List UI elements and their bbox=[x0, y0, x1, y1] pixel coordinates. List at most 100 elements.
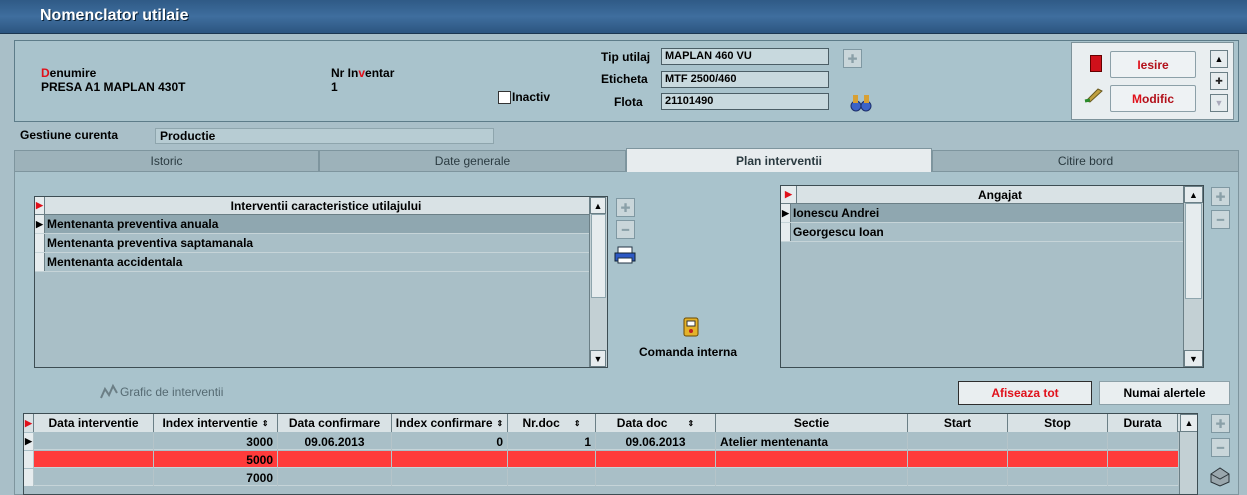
col-data-doc[interactable]: Data doc ⇕ bbox=[596, 414, 716, 432]
tab-bar: Istoric Date generale Plan interventii C… bbox=[14, 148, 1239, 173]
grafic-interventii-button[interactable]: Grafic de interventii bbox=[120, 385, 223, 399]
comanda-icon[interactable] bbox=[681, 316, 701, 338]
tab-citire-bord[interactable]: Citire bord bbox=[932, 150, 1239, 172]
move-down-button[interactable]: ▼ bbox=[1210, 94, 1228, 112]
interventii-header-row: ▶ Interventii caracteristice utilajului bbox=[35, 197, 607, 215]
inactiv-label: Inactiv bbox=[512, 90, 551, 104]
interventii-grid: ▶ Interventii caracteristice utilajului … bbox=[34, 196, 608, 368]
numai-alertele-button[interactable]: Numai alertele bbox=[1099, 381, 1230, 405]
remove-plan-button[interactable]: ━ bbox=[1211, 438, 1230, 457]
row-pointer-icon: ▶ bbox=[24, 433, 34, 450]
scroll-up-icon[interactable]: ▲ bbox=[590, 197, 606, 214]
add-tip-button[interactable]: ✚ bbox=[843, 49, 862, 68]
angajat-scrollbar[interactable]: ▲ ▼ bbox=[1183, 186, 1203, 367]
scroll-down-icon[interactable]: ▼ bbox=[590, 350, 606, 367]
remove-interventie-button[interactable]: ━ bbox=[616, 220, 635, 239]
eticheta-field[interactable]: MTF 2500/460 bbox=[661, 71, 829, 88]
window-title: Nomenclator utilaie bbox=[40, 7, 189, 24]
list-item[interactable]: Mentenanta accidentala bbox=[35, 253, 589, 272]
angajat-header: Angajat bbox=[977, 187, 1022, 202]
minus-icon: ━ bbox=[621, 222, 630, 237]
col-data-interventie[interactable]: Data interventie bbox=[34, 414, 154, 432]
comanda-interna-label[interactable]: Comanda interna bbox=[639, 345, 737, 359]
plus-icon: ✚ bbox=[1215, 416, 1226, 431]
add-interventie-button[interactable]: ✚ bbox=[616, 198, 635, 217]
tip-utilaj-field[interactable]: MAPLAN 460 VU bbox=[661, 48, 829, 65]
row-pointer-icon: ▶ bbox=[35, 215, 45, 233]
col-durata[interactable]: Durata bbox=[1108, 414, 1178, 432]
col-index-interventie[interactable]: Index interventie ⇕ bbox=[154, 414, 278, 432]
col-nr-doc[interactable]: Nr.doc ⇕ bbox=[508, 414, 596, 432]
table-row[interactable]: 7000 bbox=[24, 469, 1179, 486]
move-button[interactable]: ✚ bbox=[1210, 72, 1228, 90]
scroll-up-icon[interactable]: ▲ bbox=[1184, 186, 1203, 203]
list-item[interactable]: ▶ Mentenanta preventiva anuala bbox=[35, 215, 589, 234]
angajat-header-row: ▶ Angajat bbox=[781, 186, 1203, 204]
plan-interventii-panel: ▶ Interventii caracteristice utilajului … bbox=[14, 172, 1239, 495]
crosshair-icon: ✚ bbox=[1215, 75, 1223, 86]
list-item[interactable]: ▶ Ionescu Andrei bbox=[781, 204, 1183, 223]
gestiune-label: Gestiune curenta bbox=[20, 128, 119, 142]
tip-utilaj-label: Tip utilaj bbox=[601, 50, 651, 64]
edit-pencil-icon bbox=[1084, 85, 1106, 103]
exit-door-icon bbox=[1090, 55, 1102, 72]
sort-icon: ⇕ bbox=[687, 418, 695, 428]
header-panel: Denumire PRESA A1 MAPLAN 430T Nr Inventa… bbox=[14, 40, 1239, 122]
move-up-button[interactable]: ▲ bbox=[1210, 50, 1228, 68]
list-item[interactable]: Mentenanta preventiva saptamanala bbox=[35, 234, 589, 253]
denumire-label: Denumire bbox=[41, 66, 97, 80]
afiseaza-tot-button[interactable]: Afiseaza tot bbox=[958, 381, 1092, 405]
col-data-confirmare[interactable]: Data confirmare bbox=[278, 414, 392, 432]
plus-icon: ✚ bbox=[620, 200, 631, 215]
sort-icon: ⇕ bbox=[573, 418, 581, 428]
col-sectie[interactable]: Sectie bbox=[716, 414, 908, 432]
tab-plan-interventii[interactable]: Plan interventii bbox=[626, 148, 932, 173]
sort-icon: ⇕ bbox=[496, 418, 504, 428]
arrow-down-icon: ▼ bbox=[1214, 98, 1224, 108]
scroll-up-icon[interactable]: ▲ bbox=[1180, 414, 1197, 432]
plus-icon: ✚ bbox=[847, 51, 858, 66]
plus-icon: ✚ bbox=[1215, 189, 1226, 204]
tab-istoric[interactable]: Istoric bbox=[14, 150, 319, 172]
scroll-down-icon[interactable]: ▼ bbox=[1184, 350, 1203, 367]
command-panel: Iesire Modific ▲ ✚ ▼ bbox=[1071, 42, 1234, 120]
row-pointer-icon: ▶ bbox=[781, 204, 791, 222]
modific-button[interactable]: Modific bbox=[1110, 85, 1196, 112]
sort-icon: ⇕ bbox=[261, 418, 269, 428]
title-bar: Nomenclator utilaie bbox=[0, 0, 1247, 34]
plan-table-scrollbar[interactable] bbox=[1179, 432, 1197, 494]
col-start[interactable]: Start bbox=[908, 414, 1008, 432]
col-stop[interactable]: Stop bbox=[1008, 414, 1108, 432]
table-row[interactable]: 5000 bbox=[24, 451, 1179, 468]
iesire-button[interactable]: Iesire bbox=[1110, 51, 1196, 78]
print-plan-icon[interactable] bbox=[1208, 464, 1232, 488]
arrow-up-icon: ▲ bbox=[1214, 54, 1224, 64]
angajat-grid: ▶ Angajat ▶ Ionescu Andrei Georgescu Ioa… bbox=[780, 185, 1204, 368]
flota-label: Flota bbox=[614, 95, 643, 109]
inactiv-checkbox[interactable] bbox=[498, 91, 511, 104]
flota-field[interactable]: 21101490 bbox=[661, 93, 829, 110]
list-item[interactable]: Georgescu Ioan bbox=[781, 223, 1183, 242]
row-indicator-icon: ▶ bbox=[24, 414, 34, 432]
minus-icon: ━ bbox=[1216, 440, 1225, 455]
plan-table-header: ▶ Data interventie Index interventie ⇕ Da… bbox=[24, 414, 1197, 432]
interventii-scrollbar[interactable]: ▲ ▼ bbox=[589, 197, 607, 367]
nr-inventar-label: Nr Inventar bbox=[331, 66, 395, 80]
interventii-header: Interventii caracteristice utilajului bbox=[230, 198, 422, 213]
add-angajat-button[interactable]: ✚ bbox=[1211, 187, 1230, 206]
scroll-thumb[interactable] bbox=[1185, 203, 1202, 299]
nr-inventar-value: 1 bbox=[331, 80, 338, 94]
tab-date-generale[interactable]: Date generale bbox=[319, 150, 626, 172]
col-index-confirmare[interactable]: Index confirmare ⇕ bbox=[392, 414, 508, 432]
table-row[interactable]: ▶ 3000 09.06.2013 0 1 09.06.2013 Atelier… bbox=[24, 433, 1179, 450]
add-plan-button[interactable]: ✚ bbox=[1211, 414, 1230, 433]
gestiune-field[interactable]: Productie bbox=[155, 128, 494, 144]
eticheta-label: Eticheta bbox=[601, 72, 648, 86]
remove-angajat-button[interactable]: ━ bbox=[1211, 210, 1230, 229]
plan-table: ▶ Data interventie Index interventie ⇕ Da… bbox=[23, 413, 1198, 495]
scroll-thumb[interactable] bbox=[591, 214, 606, 298]
binoculars-icon[interactable] bbox=[849, 93, 873, 113]
printer-icon[interactable] bbox=[614, 246, 636, 264]
row-indicator-icon: ▶ bbox=[781, 186, 797, 203]
grafic-icon[interactable] bbox=[100, 383, 118, 399]
